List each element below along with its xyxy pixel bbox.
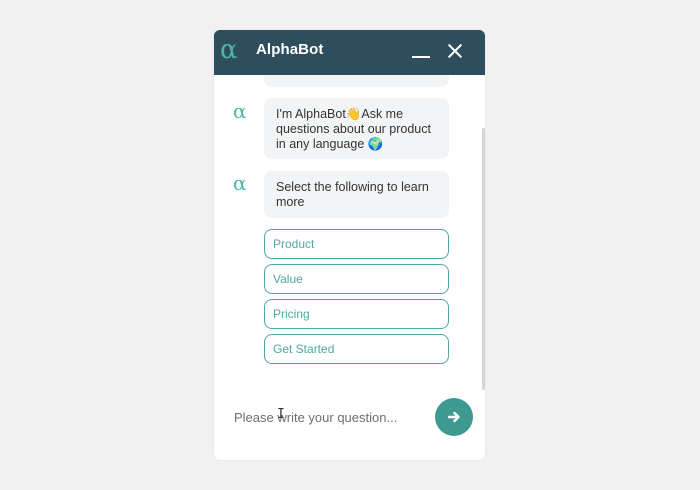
bot-message-bubble: I'm AlphaBot👋Ask me questions about our … [264,98,449,159]
option-value-button[interactable]: Value [264,264,449,294]
option-get-started-button[interactable]: Get Started [264,334,449,364]
send-button[interactable] [435,398,473,436]
chat-scrollbar[interactable] [482,128,485,390]
question-input[interactable] [234,403,424,431]
bot-message-text: Select the following to learn more [276,180,429,209]
chat-widget: α AlphaBot α I'm AlphaBot👋Ask me questio… [214,30,485,460]
option-pricing-button[interactable]: Pricing [264,299,449,329]
previous-message-bubble [264,75,449,87]
bot-avatar-icon: α [233,99,247,123]
chat-title: AlphaBot [256,41,324,58]
option-product-button[interactable]: Product [264,229,449,259]
chat-header: α AlphaBot [214,30,485,75]
bot-avatar-icon: α [233,171,247,195]
alpha-logo-icon: α [220,35,238,65]
bot-message-text: I'm AlphaBot👋Ask me questions about our … [276,107,431,151]
text-cursor-icon: I [277,407,285,422]
arrow-right-icon [447,411,460,423]
close-icon[interactable] [446,42,464,60]
bot-message-bubble: Select the following to learn more [264,171,449,218]
quick-reply-options: Product Value Pricing Get Started [264,229,449,369]
minimize-icon[interactable] [410,42,432,60]
